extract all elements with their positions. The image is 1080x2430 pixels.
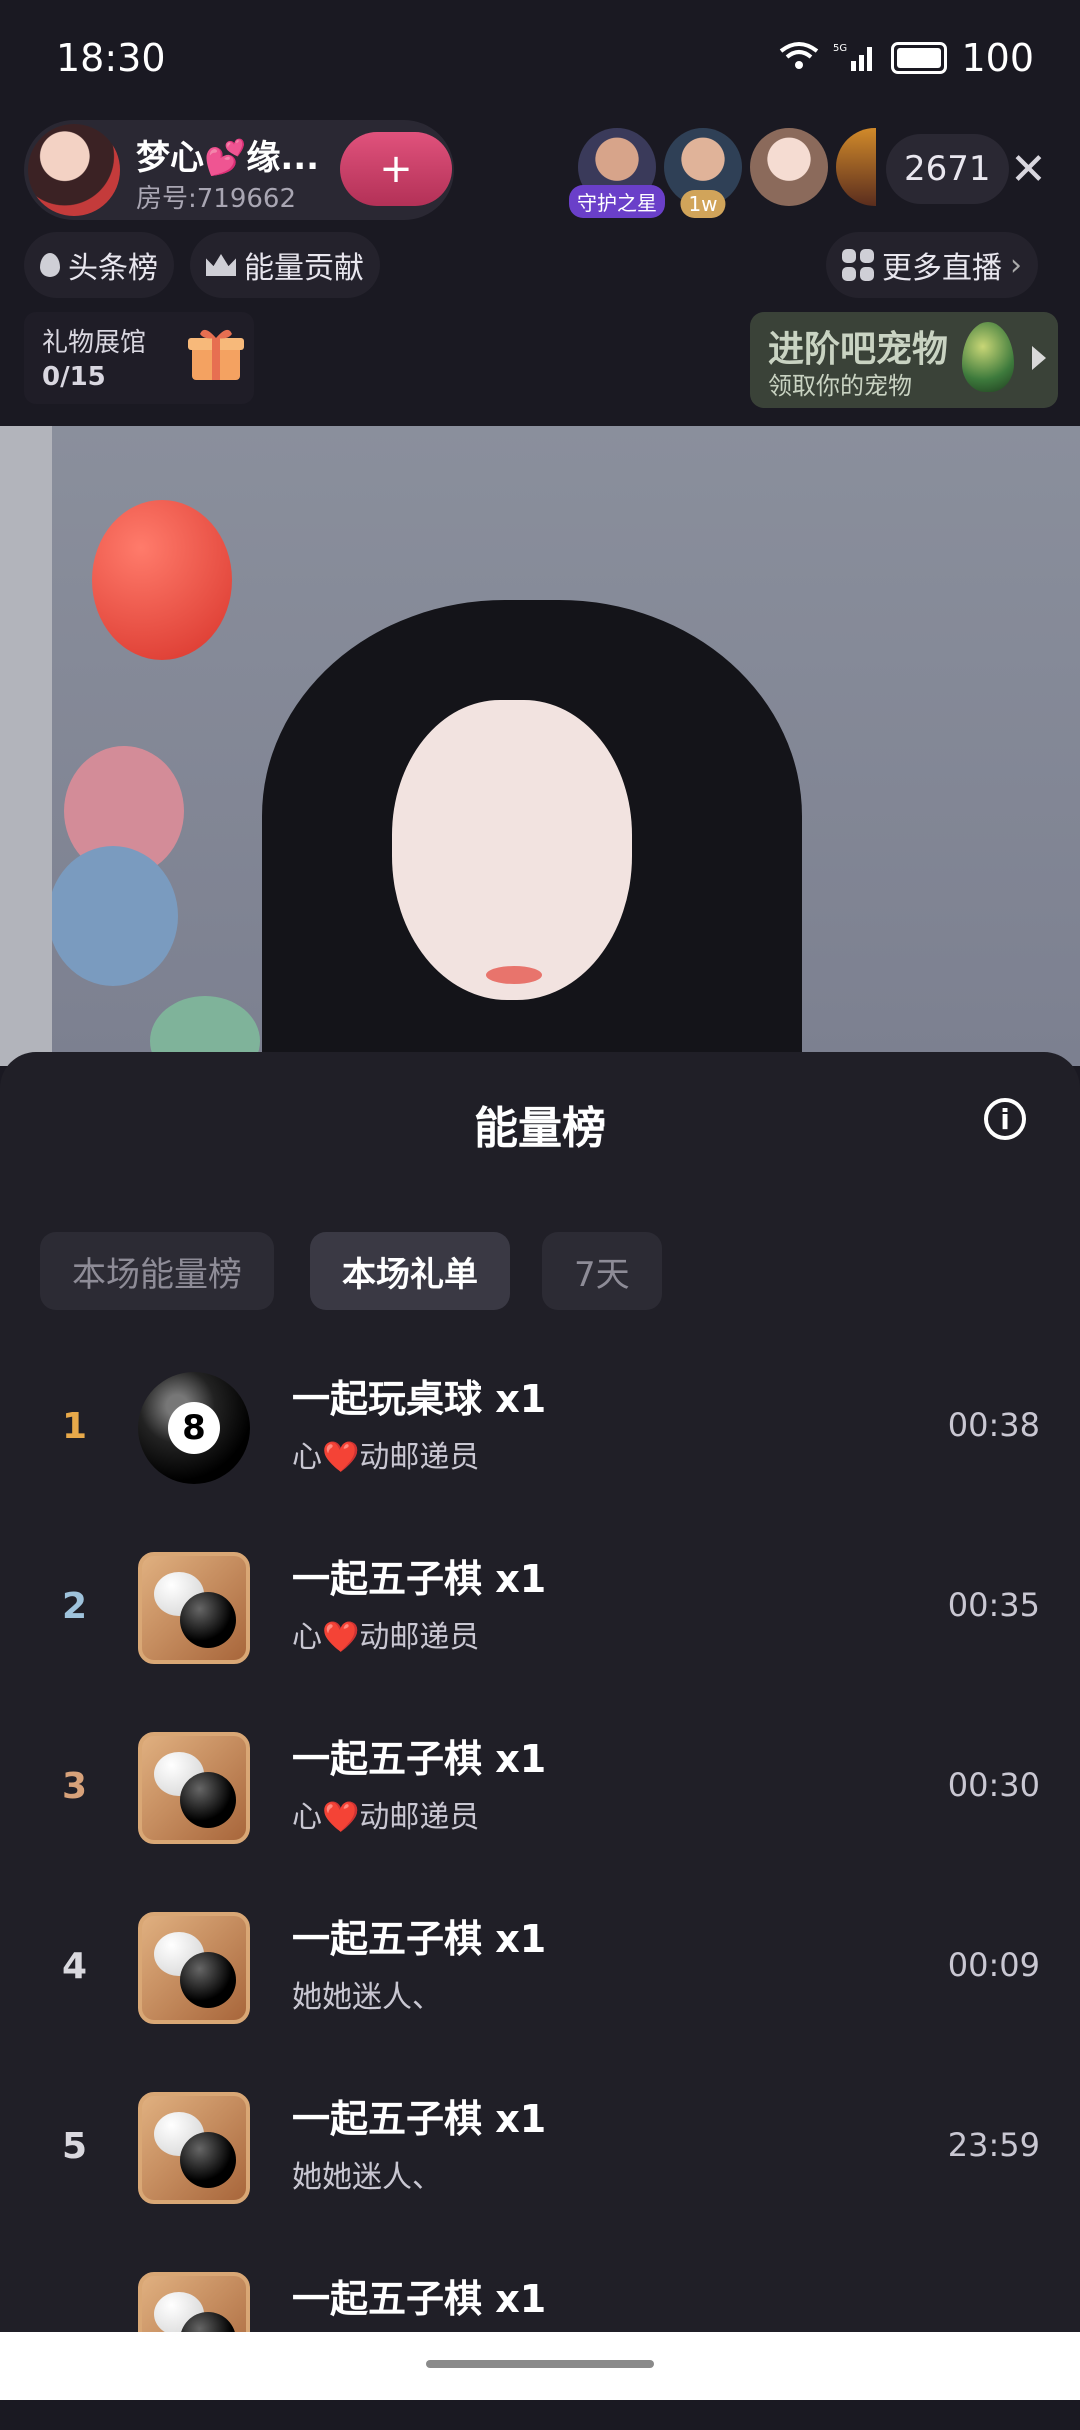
viewer-avatar[interactable]: [836, 128, 876, 206]
headline-rank-button[interactable]: 头条榜: [24, 232, 174, 298]
viewer-avatar[interactable]: [750, 128, 828, 206]
gift-time: 00:38: [947, 1406, 1040, 1444]
pet-subtitle: 领取你的宠物: [768, 372, 912, 400]
arrow-right-icon[interactable]: [1032, 346, 1046, 370]
headline-rank-label: 头条榜: [68, 251, 158, 286]
gift-sender: 心❤️动邮递员: [292, 1800, 480, 1835]
tab-session-energy[interactable]: 本场能量榜: [40, 1232, 274, 1310]
gift-museum-title: 礼物展馆: [42, 328, 147, 358]
gift-name: 一起五子棋 x1: [292, 1917, 547, 1961]
rank-number: 2: [62, 1586, 88, 1627]
host-lips: [486, 966, 542, 984]
gift-name: 一起五子棋 x1: [292, 2277, 547, 2321]
grid-icon: [842, 249, 874, 281]
pet-title: 进阶吧宠物: [768, 329, 949, 370]
gift-time: 00:09: [947, 1946, 1040, 1984]
gift-name: 一起玩桌球 x1: [292, 1377, 547, 1421]
gift-museum-count: 0/15: [42, 362, 106, 392]
eight-ball-label: 8: [168, 1402, 220, 1454]
gift-box-icon: [186, 324, 246, 384]
tab-session-gifts[interactable]: 本场礼单: [310, 1232, 510, 1310]
wall: [0, 426, 52, 1066]
gift-sender: 她她迷人、: [292, 2160, 442, 2195]
rank-number: 4: [62, 1946, 88, 1987]
gift-sender: 心❤️动邮递员: [292, 1620, 480, 1655]
home-indicator[interactable]: [426, 2360, 654, 2368]
host-name: 梦心💕缘...: [136, 138, 320, 178]
gift-sender: 心❤️动邮递员: [292, 1440, 480, 1475]
gomoku-icon: [138, 1912, 250, 2024]
status-time: 18:30: [56, 36, 166, 80]
gift-row[interactable]: 5 一起五子棋 x1 她她迷人、 23:59: [0, 2070, 1080, 2250]
drop-icon: [40, 253, 60, 277]
viewer-avatar[interactable]: 1w: [664, 128, 742, 218]
gift-time: 00:35: [947, 1586, 1040, 1624]
balloon: [48, 846, 178, 986]
follow-button[interactable]: +: [340, 132, 452, 206]
gomoku-icon: [138, 2092, 250, 2204]
level-badge: 1w: [680, 190, 726, 218]
info-icon[interactable]: i: [984, 1098, 1026, 1140]
guard-star-badge: 守护之星: [569, 185, 665, 218]
tab-7-days[interactable]: 7天: [542, 1232, 662, 1310]
svg-text:5G: 5G: [833, 43, 847, 54]
battery-level: 100: [961, 36, 1034, 80]
gift-sender: 她她迷人、: [292, 1980, 442, 2015]
viewer-count[interactable]: 2671: [886, 134, 1009, 204]
gift-row[interactable]: 4 一起五子棋 x1 她她迷人、 00:09: [0, 1890, 1080, 2070]
gift-name: 一起五子棋 x1: [292, 1557, 547, 1601]
chevron-right-icon: ›: [1010, 247, 1022, 283]
room-number: 房号:719662: [136, 184, 297, 214]
host-avatar[interactable]: [28, 124, 120, 216]
gift-name: 一起五子棋 x1: [292, 2097, 547, 2141]
billiard-ball-icon: 8: [138, 1372, 250, 1484]
gift-time: 00:30: [947, 1766, 1040, 1804]
energy-contribution-label: 能量贡献: [244, 251, 364, 286]
signal-icon: 5G: [833, 36, 877, 80]
host-face: [392, 700, 632, 1000]
wifi-icon: [779, 36, 819, 80]
gomoku-icon: [138, 1732, 250, 1844]
battery-icon: [891, 42, 948, 74]
gift-row[interactable]: 2 一起五子棋 x1 心❤️动邮递员 00:35: [0, 1530, 1080, 1710]
status-icons: 5G 100: [779, 36, 1034, 80]
rank-bar: 头条榜 能量贡献 更多直播 ›: [0, 232, 1080, 304]
rank-number: 3: [62, 1766, 88, 1807]
balloon: [92, 500, 232, 660]
sheet-title: 能量榜: [474, 1103, 606, 1154]
close-icon[interactable]: ✕: [1010, 144, 1047, 195]
more-live-label: 更多直播: [882, 251, 1002, 286]
gomoku-icon: [138, 1552, 250, 1664]
gift-row[interactable]: 3 一起五子棋 x1 心❤️动邮递员 00:30: [0, 1710, 1080, 1890]
gift-row[interactable]: 1 8 一起玩桌球 x1 心❤️动邮递员 00:38: [0, 1350, 1080, 1530]
viewer-avatars[interactable]: 守护之星 1w: [569, 128, 876, 218]
crown-icon: [206, 254, 236, 276]
rank-number: 1: [62, 1406, 88, 1447]
rank-number: 5: [62, 2126, 88, 2167]
viewer-avatar[interactable]: 守护之星: [569, 128, 665, 218]
gift-time: 23:59: [947, 2126, 1040, 2164]
more-live-button[interactable]: 更多直播 ›: [826, 232, 1038, 298]
gift-name: 一起五子棋 x1: [292, 1737, 547, 1781]
energy-contribution-button[interactable]: 能量贡献: [190, 232, 380, 298]
status-bar: 18:30 5G 100: [0, 0, 1080, 120]
